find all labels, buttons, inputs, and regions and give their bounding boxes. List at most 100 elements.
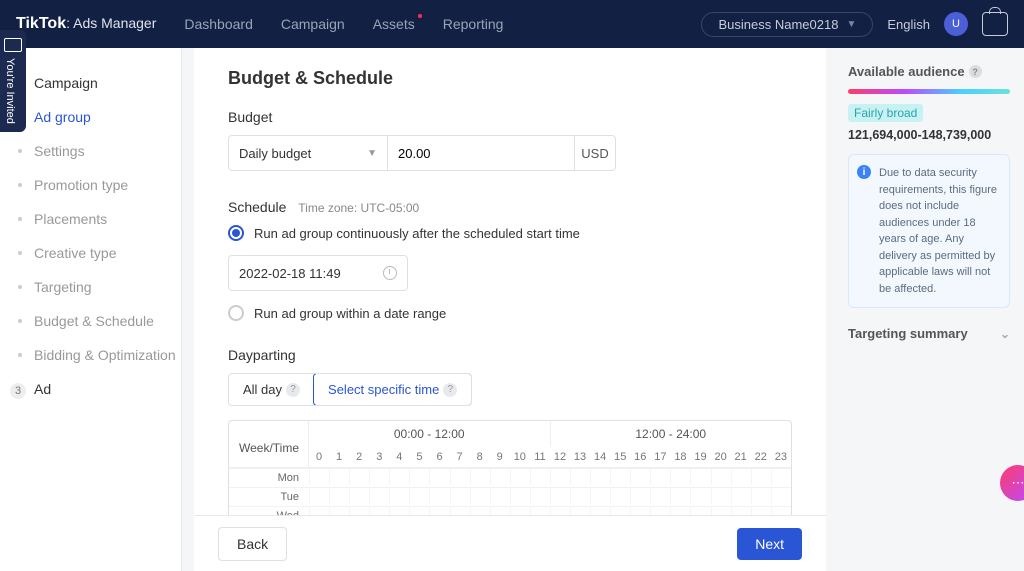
hour-cell[interactable] (771, 488, 791, 504)
hour-cell[interactable] (650, 507, 670, 515)
hour-cell[interactable] (369, 488, 389, 504)
nav-assets[interactable]: Assets (373, 16, 415, 32)
hour-cell[interactable] (409, 488, 429, 504)
hour-cell[interactable] (690, 469, 710, 485)
radio-daterange[interactable]: Run ad group within a date range (228, 305, 792, 321)
help-icon[interactable]: ? (969, 65, 982, 78)
sidebar-item-promotion-type[interactable]: Promotion type (0, 168, 181, 202)
hour-cell[interactable] (590, 488, 610, 504)
tab-all-day[interactable]: All day ? (229, 374, 314, 405)
hour-cell[interactable] (670, 507, 690, 515)
hour-cell[interactable] (309, 507, 329, 515)
sidebar-item-settings[interactable]: Settings (0, 134, 181, 168)
hour-cell[interactable] (711, 507, 731, 515)
hour-cell[interactable] (570, 488, 590, 504)
hour-cell[interactable] (570, 469, 590, 485)
hour-cell[interactable] (731, 488, 751, 504)
hour-cell[interactable] (389, 488, 409, 504)
hour-cell[interactable] (429, 488, 449, 504)
hour-cell[interactable] (369, 469, 389, 485)
sidebar-item-budget-schedule[interactable]: Budget & Schedule (0, 304, 181, 338)
hour-cell[interactable] (510, 488, 530, 504)
hour-cell[interactable] (329, 488, 349, 504)
hour-cell[interactable] (630, 469, 650, 485)
invite-tab[interactable]: You're Invited (0, 30, 26, 132)
hour-cell[interactable] (349, 488, 369, 504)
hour-cell[interactable] (751, 507, 771, 515)
nav-campaign[interactable]: Campaign (281, 16, 345, 32)
hour-cell[interactable] (731, 469, 751, 485)
hour-cell[interactable] (771, 469, 791, 485)
hour-cell[interactable] (711, 488, 731, 504)
hour-cell[interactable] (429, 507, 449, 515)
hour-cell[interactable] (731, 507, 751, 515)
tab-specific-time[interactable]: Select specific time ? (313, 373, 472, 406)
nav-reporting[interactable]: Reporting (443, 16, 504, 32)
sidebar-item-targeting[interactable]: Targeting (0, 270, 181, 304)
sidebar-item-creative-type[interactable]: Creative type (0, 236, 181, 270)
hour-cell[interactable] (530, 469, 550, 485)
hour-cell[interactable] (530, 507, 550, 515)
hour-cell[interactable] (409, 507, 429, 515)
hour-cell[interactable] (490, 507, 510, 515)
hour-cell[interactable] (490, 469, 510, 485)
hour-cell[interactable] (349, 469, 369, 485)
hour-cell[interactable] (650, 469, 670, 485)
hour-cell[interactable] (530, 488, 550, 504)
hour-cell[interactable] (490, 488, 510, 504)
hour-cell[interactable] (751, 469, 771, 485)
targeting-summary-toggle[interactable]: Targeting summary ⌄ (848, 326, 1010, 341)
hour-cell[interactable] (630, 507, 650, 515)
hour-cell[interactable] (470, 507, 490, 515)
hour-cell[interactable] (610, 488, 630, 504)
briefcase-icon[interactable] (982, 12, 1008, 36)
hour-cell[interactable] (329, 469, 349, 485)
hour-cell[interactable] (450, 488, 470, 504)
hour-cell[interactable] (630, 488, 650, 504)
hour-cell[interactable] (610, 469, 630, 485)
hour-cell[interactable] (510, 469, 530, 485)
sidebar-item-ad[interactable]: 3 Ad (0, 372, 181, 406)
hour-cell[interactable] (590, 469, 610, 485)
hour-cell[interactable] (389, 507, 409, 515)
hour-cell[interactable] (690, 507, 710, 515)
hour-cell[interactable] (450, 469, 470, 485)
hour-cell[interactable] (670, 469, 690, 485)
hour-cell[interactable] (329, 507, 349, 515)
hour-cell[interactable] (590, 507, 610, 515)
hour-cell[interactable] (550, 488, 570, 504)
hour-cell[interactable] (409, 469, 429, 485)
hour-cell[interactable] (650, 488, 670, 504)
hour-cell[interactable] (550, 469, 570, 485)
sidebar-item-adgroup[interactable]: Ad group (0, 100, 181, 134)
next-button[interactable]: Next (737, 528, 802, 560)
user-avatar[interactable]: U (944, 12, 968, 36)
sidebar-item-placements[interactable]: Placements (0, 202, 181, 236)
hour-cell[interactable] (550, 507, 570, 515)
business-selector[interactable]: Business Name0218 ▼ (701, 12, 873, 37)
hour-cell[interactable] (570, 507, 590, 515)
hour-cell[interactable] (470, 469, 490, 485)
content-scroll[interactable]: Budget & Schedule Budget Daily budget ▼ … (194, 48, 826, 515)
hour-cell[interactable] (349, 507, 369, 515)
nav-dashboard[interactable]: Dashboard (184, 16, 253, 32)
hour-cell[interactable] (771, 507, 791, 515)
hour-cell[interactable] (309, 488, 329, 504)
hour-cell[interactable] (670, 488, 690, 504)
language-selector[interactable]: English (887, 17, 930, 32)
budget-type-select[interactable]: Daily budget ▼ (228, 135, 388, 171)
start-date-input[interactable]: 2022-02-18 11:49 (228, 255, 408, 291)
hour-cell[interactable] (470, 488, 490, 504)
hour-cell[interactable] (450, 507, 470, 515)
back-button[interactable]: Back (218, 527, 287, 561)
hour-cell[interactable] (510, 507, 530, 515)
hour-cell[interactable] (309, 469, 329, 485)
hour-cell[interactable] (369, 507, 389, 515)
hour-cell[interactable] (389, 469, 409, 485)
sidebar-item-bidding-optimization[interactable]: Bidding & Optimization (0, 338, 181, 372)
budget-amount-input[interactable] (398, 146, 564, 161)
radio-continuous[interactable]: Run ad group continuously after the sche… (228, 225, 792, 241)
hour-cell[interactable] (751, 488, 771, 504)
hour-cell[interactable] (429, 469, 449, 485)
hour-cell[interactable] (711, 469, 731, 485)
